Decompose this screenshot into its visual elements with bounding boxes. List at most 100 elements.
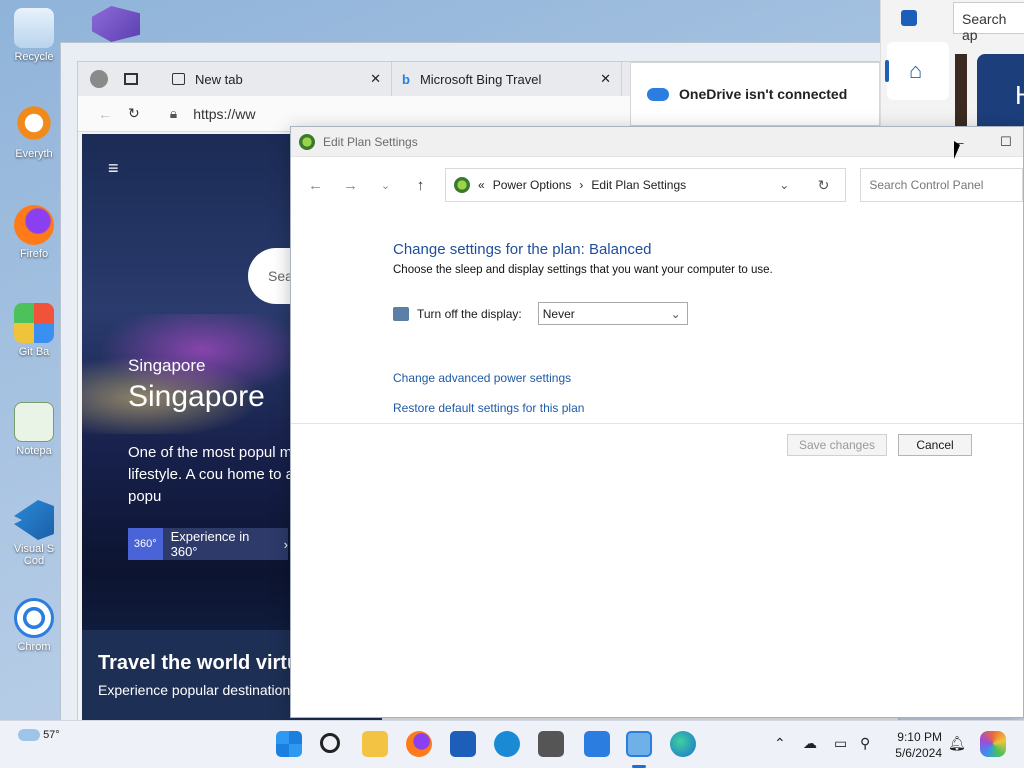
- breadcrumb-current[interactable]: Edit Plan Settings: [591, 178, 686, 192]
- onedrive-message: OneDrive isn't connected: [679, 86, 848, 102]
- cancel-button[interactable]: Cancel: [898, 434, 972, 456]
- desktop-icon-chrome[interactable]: Chrom: [6, 598, 62, 653]
- desktop-icon-firefox[interactable]: Firefo: [6, 205, 62, 260]
- settings-icon[interactable]: [494, 731, 520, 757]
- panel-search-placeholder: Search ap: [962, 11, 1007, 43]
- home-nav-button[interactable]: ⌂: [885, 42, 949, 100]
- restore-defaults-link[interactable]: Restore default settings for this plan: [393, 401, 1023, 415]
- profile-icon[interactable]: [90, 70, 108, 88]
- teams-icon[interactable]: [584, 731, 610, 757]
- store-icon[interactable]: [450, 731, 476, 757]
- taskbar: 57° ⌃ ☁ ▭ ⚲ 9:10 PM 5/6/2024 🔔︎: [0, 720, 1024, 768]
- refresh-icon[interactable]: ↻: [128, 105, 140, 122]
- maximize-button[interactable]: ☐: [983, 127, 1024, 157]
- display-setting-row: Turn off the display: Never ⌄: [393, 302, 1023, 325]
- back-icon[interactable]: ←: [305, 177, 326, 194]
- chevron-up-icon[interactable]: ⌃: [774, 735, 786, 752]
- badge-360-icon: 360°: [128, 528, 163, 560]
- url-text[interactable]: https://ww: [193, 106, 255, 122]
- plan-settings-content: Change settings for the plan: Balanced C…: [291, 213, 1023, 415]
- desktop-icon-vscode[interactable]: Visual S Cod: [6, 500, 62, 567]
- search-input[interactable]: Search Control Panel: [860, 168, 1024, 202]
- start-panel: Search ap ⌂ H: [880, 0, 1024, 130]
- git-bash-icon: [14, 303, 54, 343]
- onedrive-notification[interactable]: OneDrive isn't connected: [630, 62, 880, 126]
- recent-locations-icon[interactable]: ⌄: [375, 179, 396, 192]
- store-icon[interactable]: [901, 10, 917, 26]
- clock-date: 5/6/2024: [895, 746, 942, 760]
- desktop-icon-everything[interactable]: Everyth: [6, 105, 62, 160]
- desktop-icon-label: Notepa: [16, 445, 52, 457]
- bell-icon[interactable]: 🔔︎: [948, 735, 966, 752]
- tab-page-icon: [172, 73, 185, 85]
- network-icon[interactable]: ⚲: [860, 735, 870, 752]
- display-icon[interactable]: ▭: [834, 735, 847, 752]
- weather-temp: 57°: [43, 729, 60, 741]
- cloud-icon: [647, 87, 669, 101]
- breadcrumb[interactable]: « Power Options › Edit Plan Settings ⌄ ↻: [445, 168, 847, 202]
- breadcrumb-arrow: ›: [579, 178, 584, 192]
- close-icon[interactable]: ✕: [370, 71, 381, 87]
- back-icon[interactable]: ←: [98, 106, 112, 122]
- firefox-icon: [14, 205, 54, 245]
- breadcrumb-separator: «: [478, 178, 485, 192]
- save-changes-button[interactable]: Save changes: [787, 434, 887, 456]
- edge-icon[interactable]: [670, 731, 696, 757]
- close-icon[interactable]: ✕: [600, 71, 611, 87]
- desktop-icon-label: Recycle: [14, 51, 54, 63]
- chevron-down-icon[interactable]: ⌄: [779, 178, 789, 192]
- page-subtitle: Choose the sleep and display settings th…: [393, 264, 773, 276]
- forward-icon[interactable]: →: [340, 177, 361, 194]
- file-explorer-icon[interactable]: [362, 731, 388, 757]
- tile-letter: H: [1015, 80, 1024, 110]
- display-label: Turn off the display:: [417, 306, 522, 321]
- city-small: Singapore: [128, 356, 206, 375]
- lock-icon: 🔒︎: [169, 105, 178, 121]
- experience-360-button[interactable]: 360° Experience in 360° ›: [128, 528, 288, 560]
- advanced-power-settings-link[interactable]: Change advanced power settings: [393, 371, 1023, 385]
- firefox-icon[interactable]: [406, 731, 432, 757]
- tab-bing-travel[interactable]: b Microsoft Bing Travel ✕: [392, 62, 622, 96]
- brown-tile[interactable]: [955, 54, 967, 130]
- page-title: Change settings for the plan: Balanced: [393, 241, 652, 258]
- notepad-icon: [14, 402, 54, 442]
- clock[interactable]: 9:10 PM 5/6/2024: [890, 729, 942, 761]
- clock-time: 9:10 PM: [897, 730, 942, 744]
- divider: [291, 423, 1023, 424]
- breadcrumb-power-options[interactable]: Power Options: [493, 178, 572, 192]
- desktop-icon-notepad[interactable]: Notepa: [6, 402, 62, 457]
- weather-widget[interactable]: 57°: [18, 729, 60, 742]
- up-icon[interactable]: ↑: [410, 177, 431, 194]
- start-icon[interactable]: [276, 731, 302, 757]
- desktop-icon-gitbash[interactable]: Git Ba: [6, 303, 62, 358]
- search-placeholder: Search Control Panel: [869, 178, 984, 192]
- calculator-icon[interactable]: [538, 731, 564, 757]
- everything-icon: [14, 105, 54, 145]
- menu-icon[interactable]: ≡: [108, 158, 119, 179]
- mouse-cursor: [954, 141, 960, 159]
- panel-search-input[interactable]: Search ap: [953, 2, 1024, 43]
- tab-actions-icon[interactable]: [124, 73, 138, 85]
- minimize-button[interactable]: –: [937, 127, 983, 157]
- control-panel-icon[interactable]: [626, 731, 652, 757]
- edit-plan-settings-window: Edit Plan Settings – ☐ ← → ⌄ ↑ « Power O…: [290, 126, 1024, 718]
- desktop-icon-label: Visual S Cod: [13, 543, 55, 567]
- desktop-icon-recycle[interactable]: Recycle: [6, 8, 62, 63]
- experience-label: Experience in 360°: [170, 529, 250, 559]
- city-large: Singapore: [128, 380, 265, 413]
- visual-studio-icon[interactable]: [92, 6, 140, 42]
- home-icon: ⌂: [909, 58, 923, 83]
- copilot-icon[interactable]: [980, 731, 1006, 757]
- turn-off-display-select[interactable]: Never ⌄: [537, 302, 688, 325]
- window-title: Edit Plan Settings: [323, 134, 418, 149]
- blue-tile[interactable]: H: [977, 54, 1024, 130]
- monitor-clock-icon: [393, 306, 409, 321]
- tab-new-tab[interactable]: New tab ✕: [162, 62, 392, 96]
- desktop-icon-label: Firefo: [19, 248, 49, 260]
- chevron-right-icon: ›: [283, 536, 288, 552]
- tab-label: Microsoft Bing Travel: [419, 71, 542, 87]
- cloud-icon: [18, 729, 40, 742]
- search-icon[interactable]: [320, 733, 340, 753]
- refresh-icon[interactable]: ↻: [818, 177, 830, 194]
- onedrive-off-icon[interactable]: ☁: [803, 735, 817, 752]
